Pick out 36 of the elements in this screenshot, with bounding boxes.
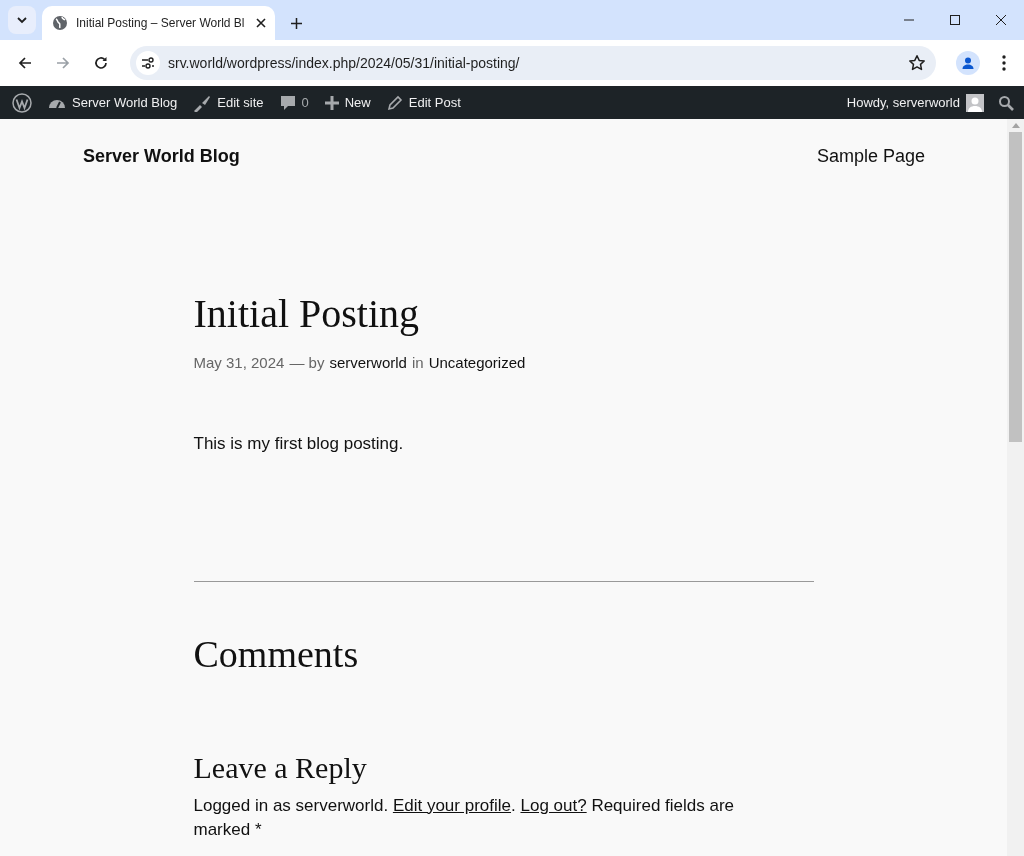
post-body-text: This is my first blog posting. [193,432,405,455]
star-icon[interactable] [908,54,926,72]
caret-icon [16,14,28,26]
scrollbar-thumb[interactable] [1009,132,1022,442]
meta-text: May 31, 2024 [193,353,285,373]
edit-post-link[interactable]: Edit Post [378,86,469,119]
site-settings-icon[interactable] [136,51,160,75]
paintbrush-icon [193,93,212,112]
pencil-icon [386,94,403,111]
nav-link[interactable]: Sample Page [816,143,925,170]
new-content-link[interactable]: New [316,86,379,119]
wordpress-logo-icon [12,92,32,113]
profile-icon[interactable] [956,51,980,75]
meta-text: — by [289,353,325,373]
inline-link[interactable]: Log out? [520,795,587,815]
tab-list-button[interactable] [8,6,36,34]
address-bar[interactable]: srv.world/wordpress/index.php/2024/05/31/initial-posting/ [130,46,936,80]
comment-icon [279,94,296,111]
meta-text: in [411,353,424,373]
close-tab-icon[interactable] [255,17,267,29]
comments-heading: Comments [193,632,360,677]
avatar-icon [966,93,984,112]
plus-icon [324,95,339,110]
browser-tab[interactable]: Initial Posting – Server World Bl [42,6,275,40]
reply-heading: Leave a Reply [193,749,368,786]
logged-in-notice: Logged in as serverworld. Edit your profile. Log out? Required fields are marked * [193,794,736,842]
meta-link[interactable]: Uncategorized [428,352,526,375]
site-title-link[interactable]: Server World Blog [83,143,240,170]
account-menu[interactable]: Howdy, serverworld [838,86,992,119]
site-name-link[interactable]: Server World Blog [40,86,186,119]
comments-link[interactable]: 0 [271,86,317,119]
meta-link[interactable]: serverworld [329,352,407,375]
globe-icon [52,15,68,31]
edit-site-link[interactable]: Edit site [185,86,272,119]
post-title: Initial Posting [193,290,421,338]
inline-link[interactable]: Edit your profile [392,795,511,815]
